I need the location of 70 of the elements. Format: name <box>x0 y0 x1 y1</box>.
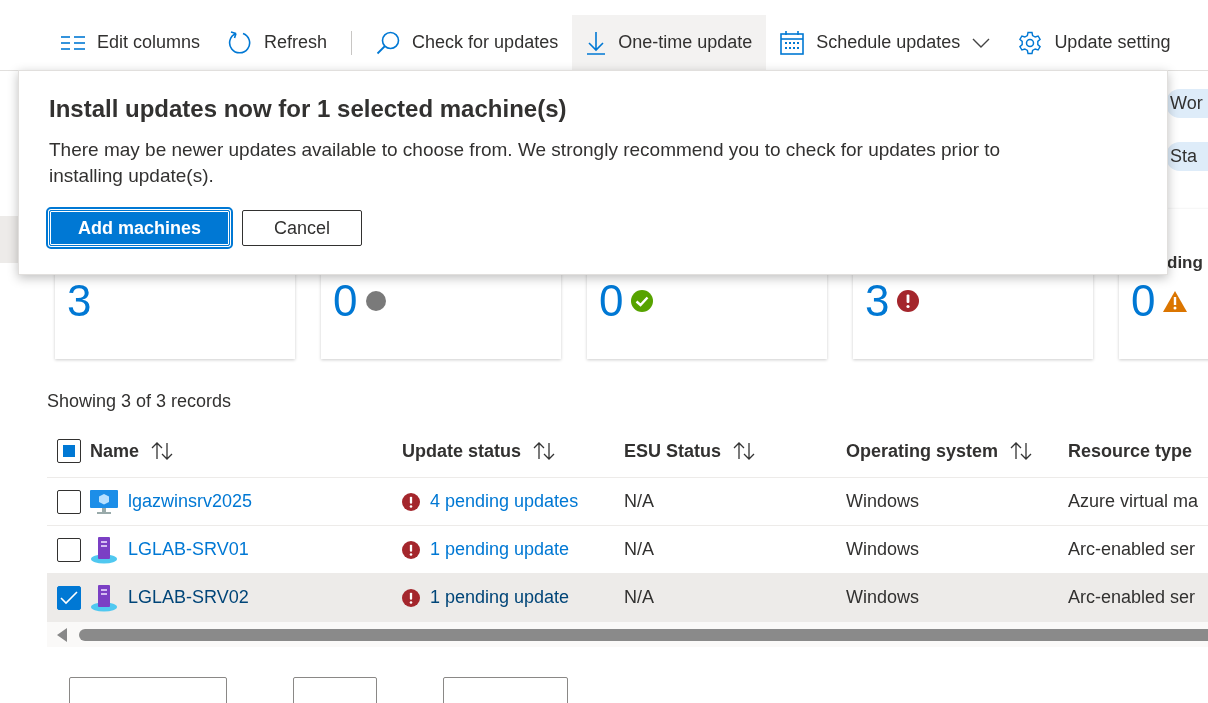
table-cell: N/A <box>624 587 654 608</box>
records-count: Showing 3 of 3 records <box>47 391 233 413</box>
footer-button[interactable] <box>293 677 377 703</box>
search-icon <box>376 30 401 55</box>
column-header[interactable]: Operating system <box>846 440 1033 462</box>
table-cell: Arc-enabled ser <box>1068 587 1196 608</box>
status-dot-icon <box>365 290 388 313</box>
primary-button[interactable]: Add machines <box>49 210 231 247</box>
scroll-left-icon[interactable] <box>57 627 67 642</box>
error-icon <box>402 588 420 607</box>
column-header[interactable]: Name <box>90 440 174 462</box>
error-icon <box>402 540 420 559</box>
table-cell: N/A <box>624 539 654 560</box>
server-icon <box>90 583 118 612</box>
row-checkbox[interactable] <box>56 537 81 562</box>
footer-button[interactable] <box>69 677 227 703</box>
error-icon <box>897 290 920 313</box>
filter-pill[interactable]: Sta <box>1166 142 1208 171</box>
list-icon <box>61 34 85 51</box>
table-cell: Windows <box>846 539 920 560</box>
chevron-down-icon <box>972 37 991 48</box>
column-header[interactable]: Resource type <box>1068 440 1193 462</box>
table-cell: Arc-enabled ser <box>1068 539 1196 560</box>
scrollbar-thumb[interactable] <box>79 628 1208 641</box>
row-checkbox[interactable] <box>56 489 81 514</box>
card-count: 0 <box>1131 277 1156 326</box>
pending-updates-link[interactable]: 1 pending update <box>430 539 570 560</box>
table-cell: Windows <box>846 491 920 512</box>
column-header[interactable]: ESU Status <box>624 440 756 462</box>
virtual-machine-icon <box>90 487 118 516</box>
toolbar-button[interactable]: Schedule updates <box>766 15 1005 70</box>
row-checkbox[interactable] <box>56 585 81 610</box>
card-count: 0 <box>333 277 358 326</box>
column-header[interactable]: Update status <box>402 440 556 462</box>
card-count: 3 <box>67 277 92 326</box>
sort-icon[interactable] <box>1010 442 1033 460</box>
sort-icon[interactable] <box>151 442 174 460</box>
sort-icon[interactable] <box>533 442 556 460</box>
dialog-title: Install updates now for 1 selected machine(s) <box>49 95 568 123</box>
refresh-icon <box>228 30 253 55</box>
filter-pill[interactable]: Wor <box>1166 89 1208 118</box>
table-cell: Azure virtual ma <box>1068 491 1199 512</box>
table-cell: Windows <box>846 587 920 608</box>
calendar-icon <box>780 30 805 55</box>
toolbar-button[interactable]: Refresh <box>214 15 342 70</box>
error-icon <box>402 492 420 511</box>
toolbar-button[interactable]: Edit columns <box>47 15 215 70</box>
cancel-button[interactable]: Cancel <box>242 210 363 247</box>
toolbar-button[interactable]: One-time update <box>572 15 767 70</box>
check-circle-icon <box>631 290 654 313</box>
machine-link[interactable]: LGLAB-SRV01 <box>128 539 249 560</box>
sort-icon[interactable] <box>733 442 756 460</box>
card-count: 3 <box>865 277 890 326</box>
card-heading: ding <box>1166 253 1203 273</box>
toolbar-button[interactable]: Update setting <box>1004 15 1185 70</box>
select-all-checkbox[interactable] <box>56 439 81 463</box>
download-icon <box>586 30 607 55</box>
machine-link[interactable]: LGLAB-SRV02 <box>128 587 249 608</box>
dialog-message: There may be newer updates available to choose from. We strongly recommend you to check for updates prior to installing update(s). <box>49 138 1002 188</box>
pending-updates-link[interactable]: 1 pending update <box>430 587 570 608</box>
footer-button[interactable] <box>443 677 568 703</box>
server-icon <box>90 535 118 564</box>
table-cell: N/A <box>624 491 654 512</box>
card-count: 0 <box>599 277 624 326</box>
toolbar-button[interactable]: Check for updates <box>362 15 573 70</box>
warning-icon <box>1163 290 1188 312</box>
machine-link[interactable]: lgazwinsrv2025 <box>128 491 253 512</box>
settings-icon <box>1018 30 1043 55</box>
pending-updates-link[interactable]: 4 pending updates <box>430 491 579 512</box>
horizontal-scrollbar[interactable] <box>47 622 1208 647</box>
